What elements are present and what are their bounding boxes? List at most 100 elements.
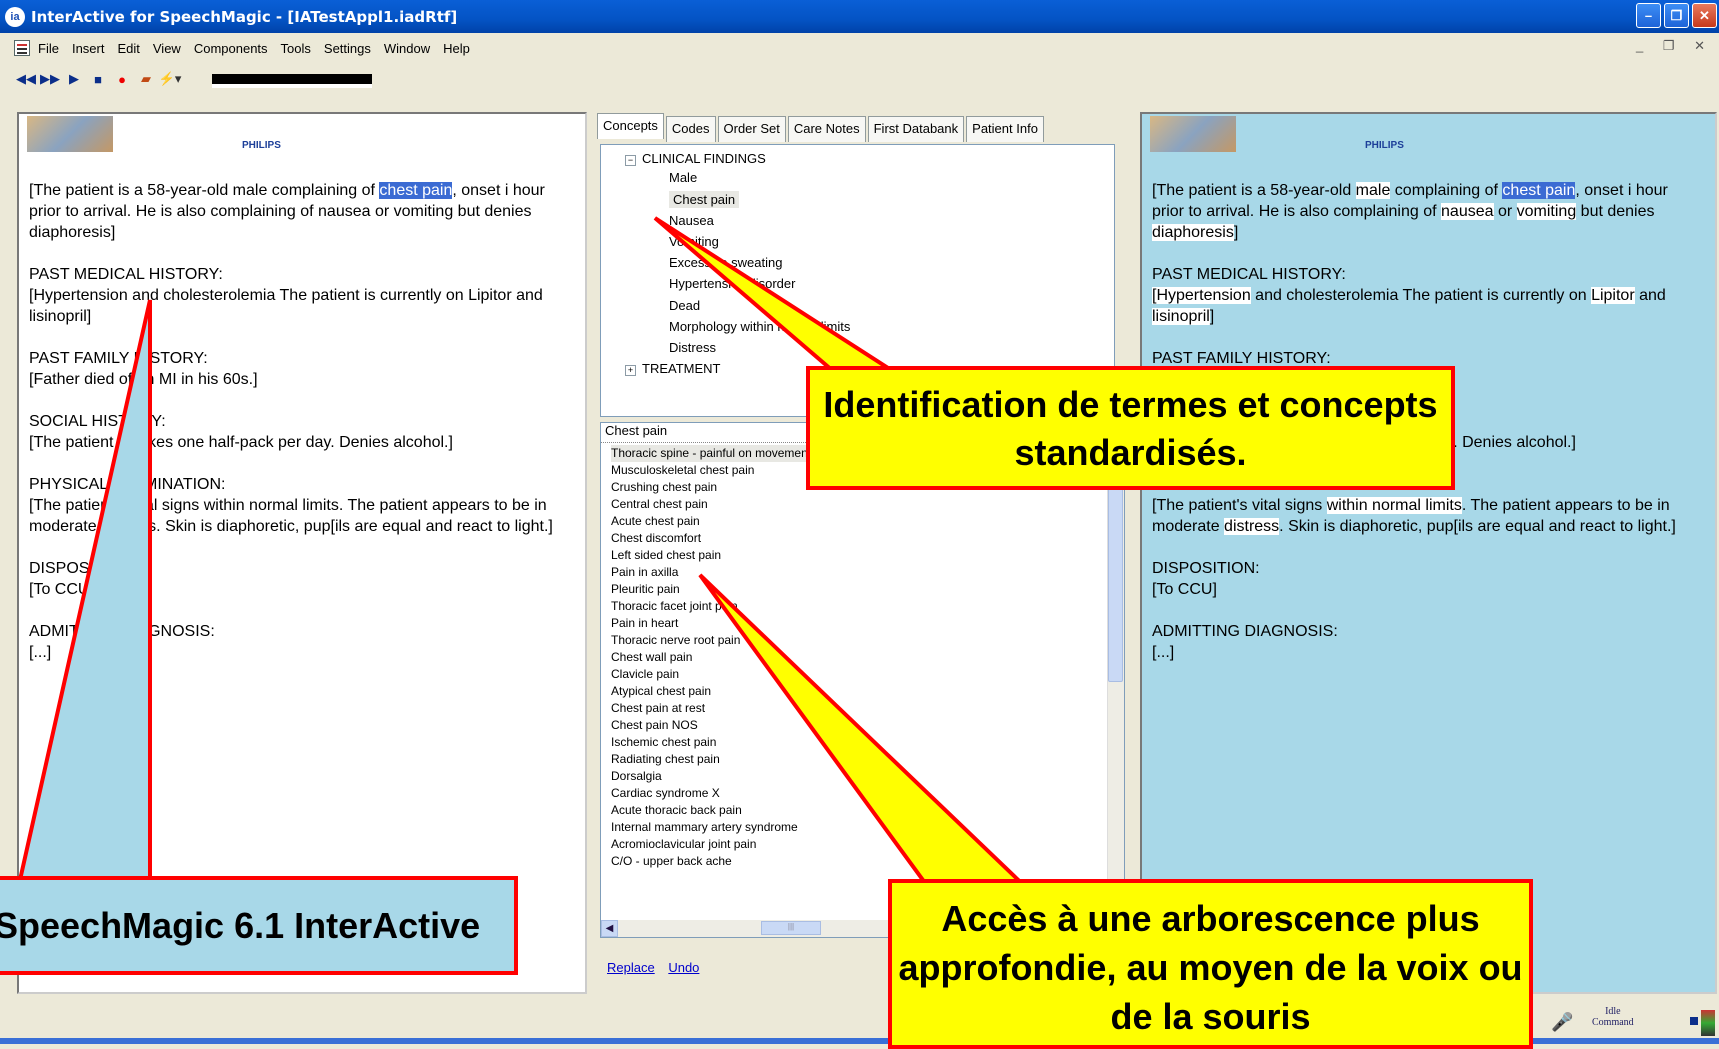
list-item[interactable]: Atypical chest pain (611, 683, 711, 700)
tree-item-selected[interactable]: Chest pain (669, 191, 740, 208)
list-item[interactable]: Clavicle pain (611, 666, 679, 683)
list-item[interactable]: Crushing chest pain (611, 479, 717, 496)
list-item[interactable]: C/O - upper back ache (611, 853, 732, 870)
close-button[interactable]: ✕ (1692, 3, 1717, 28)
list-item[interactable]: Chest discomfort (611, 530, 701, 547)
logo-photo (1150, 116, 1236, 152)
philips-logo: PHILIPS (27, 116, 297, 156)
list-item[interactable]: Pain in heart (611, 615, 678, 632)
menu-settings[interactable]: Settings (324, 41, 371, 56)
list-header: Chest pain (605, 423, 668, 438)
restore-button[interactable]: ❐ (1664, 3, 1689, 28)
list-item[interactable]: Chest pain at rest (611, 700, 705, 717)
horizontal-scrollbar[interactable]: ◀ ||| (601, 920, 891, 937)
speech-status: Idle Command (1592, 1006, 1634, 1028)
replace-link[interactable]: Replace (607, 960, 655, 975)
tree-item[interactable]: Male (669, 170, 697, 185)
scroll-left-icon[interactable]: ◀ (601, 920, 618, 937)
microphone-icon[interactable]: 🎤 (1551, 1012, 1573, 1033)
menu-tools[interactable]: Tools (281, 41, 311, 56)
callout-product: SpeechMagic 6.1 InterActive (0, 876, 518, 975)
menu-bar: File Insert Edit View Components Tools S… (0, 36, 1719, 60)
tab-concepts[interactable]: Concepts (597, 113, 664, 139)
menu-insert[interactable]: Insert (72, 41, 105, 56)
list-item[interactable]: Chest wall pain (611, 649, 692, 666)
tree-item[interactable]: Morphology within normal limits (669, 319, 850, 334)
concept-list[interactable]: Chest pain Thoracic spine - painful on m… (600, 422, 1125, 938)
selected-term[interactable]: chest pain (379, 182, 453, 199)
menu-window[interactable]: Window (384, 41, 430, 56)
stop-icon[interactable]: ■ (86, 67, 110, 91)
list-item[interactable]: Musculoskeletal chest pain (611, 462, 754, 479)
record-icon[interactable]: ● (110, 67, 134, 91)
collapse-icon[interactable]: − (625, 155, 636, 166)
list-item[interactable]: Thoracic spine - painful on movement (611, 445, 812, 462)
minimize-button[interactable]: – (1636, 3, 1661, 28)
status-square-icon (1690, 1017, 1698, 1025)
undo-link[interactable]: Undo (668, 960, 699, 975)
speaker-status-icon (1701, 1010, 1715, 1036)
audio-level-meter (212, 74, 372, 84)
list-item[interactable]: Thoracic facet joint pain (611, 598, 738, 615)
document-icon[interactable] (14, 40, 30, 56)
menu-components[interactable]: Components (194, 41, 268, 56)
tree-item[interactable]: Excessive sweating (669, 255, 782, 270)
logo-tagline (122, 120, 212, 130)
app-icon: ia (5, 6, 25, 27)
list-item[interactable]: Chest pain NOS (611, 717, 698, 734)
logo-tagline (1245, 120, 1335, 130)
expand-icon[interactable]: + (625, 365, 636, 376)
window-title: InterActive for SpeechMagic - [IATestApp… (31, 7, 458, 26)
list-item[interactable]: Radiating chest pain (611, 751, 720, 768)
tree-node-treatment[interactable]: + TREATMENT (625, 361, 720, 376)
list-item[interactable]: Left sided chest pain (611, 547, 721, 564)
horizontal-scroll-thumb[interactable]: ||| (761, 921, 821, 935)
list-item[interactable]: Pleuritic pain (611, 581, 680, 598)
lightning-icon[interactable]: ⚡▾ (158, 67, 182, 91)
logo-photo (27, 116, 113, 152)
annotated-document-pane[interactable]: PHILIPS [The patient is a 58-year-old ma… (1140, 112, 1717, 994)
tree-item[interactable]: Nausea (669, 213, 714, 228)
fast-forward-icon[interactable]: ▶▶ (38, 67, 62, 91)
list-item[interactable]: Internal mammary artery syndrome (611, 819, 798, 836)
tab-codes[interactable]: Codes (665, 116, 716, 142)
action-links: Replace Undo (607, 960, 709, 975)
tab-strip: Concepts Codes Order Set Care Notes Firs… (597, 113, 1046, 142)
list-item[interactable]: Central chest pain (611, 496, 708, 513)
tree-item[interactable]: Vomiting (669, 234, 719, 249)
list-item[interactable]: Ischemic chest pain (611, 734, 716, 751)
tree-item[interactable]: Dead (669, 298, 700, 313)
open-folder-icon[interactable]: ▰ (134, 67, 158, 91)
tab-first-databank[interactable]: First Databank (867, 116, 965, 142)
vertical-scrollbar[interactable] (1107, 423, 1124, 937)
menu-view[interactable]: View (153, 41, 181, 56)
list-item[interactable]: Cardiac syndrome X (611, 785, 720, 802)
tab-patient-info[interactable]: Patient Info (966, 116, 1044, 142)
list-item[interactable]: Thoracic nerve root pain (611, 632, 740, 649)
tree-item[interactable]: Distress (669, 340, 716, 355)
tab-order-set[interactable]: Order Set (717, 116, 786, 142)
logo-brand: PHILIPS (242, 140, 281, 151)
callout-terms: Identification de termes et concepts sta… (806, 366, 1455, 490)
concepts-panel: Concepts Codes Order Set Care Notes Firs… (590, 112, 1135, 994)
list-item[interactable]: Acromioclavicular joint pain (611, 836, 756, 853)
tab-care-notes[interactable]: Care Notes (787, 116, 866, 142)
menu-edit[interactable]: Edit (117, 41, 139, 56)
callout-tree: Accès à une arborescence plus approfondi… (888, 879, 1533, 1049)
tree-item[interactable]: Hypertensive disorder (669, 276, 795, 291)
list-item[interactable]: Dorsalgia (611, 768, 662, 785)
list-item[interactable]: Pain in axilla (611, 564, 678, 581)
document-text[interactable]: [The patient is a 58-year-old male compl… (29, 180, 579, 684)
menu-help[interactable]: Help (443, 41, 470, 56)
tree-node-clinical-findings[interactable]: − CLINICAL FINDINGS (625, 151, 766, 166)
list-item[interactable]: Acute chest pain (611, 513, 700, 530)
title-bar: ia InterActive for SpeechMagic - [IATest… (0, 0, 1719, 33)
toolbar: ◀◀ ▶▶ ▶ ■ ● ▰ ⚡▾ (0, 64, 1719, 94)
mdi-controls[interactable]: _ ❐ ✕ (1636, 38, 1713, 54)
menu-file[interactable]: File (38, 41, 59, 56)
rewind-icon[interactable]: ◀◀ (14, 67, 38, 91)
list-item[interactable]: Acute thoracic back pain (611, 802, 742, 819)
play-icon[interactable]: ▶ (62, 67, 86, 91)
dictation-editor-pane[interactable]: PHILIPS [The patient is a 58-year-old ma… (17, 112, 587, 994)
logo-brand: PHILIPS (1365, 140, 1404, 151)
